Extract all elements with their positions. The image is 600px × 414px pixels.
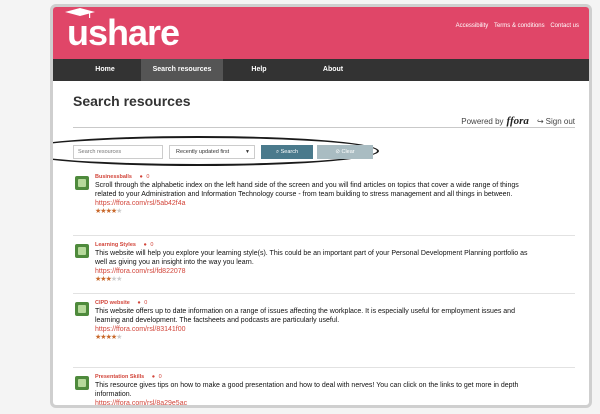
comment-icon: ● [143,242,147,248]
clear-button-label: Clear [341,149,355,155]
clear-button[interactable]: ⊘ Clear [317,145,373,159]
resource-icon [75,376,89,390]
resource-title[interactable]: Presentation Skills ● 0 [95,373,535,381]
resource-title[interactable]: CIPD website ● 0 [95,299,535,307]
resource-description: Scroll through the alphabetic index on t… [95,182,519,198]
powered-label: Powered by [461,116,504,126]
resource-body: Businessballs ● 0 Scroll through the alp… [95,173,535,216]
search-input[interactable] [73,145,163,159]
star-rating[interactable]: ★★★★★ [95,334,535,342]
resource-link[interactable]: https://ffora.com/rsl/5ab42f4a [95,199,535,208]
star-rating[interactable]: ★★★★★ [95,276,535,284]
top-links: Accessibility Terms & conditions Contact… [452,23,579,29]
contact-link[interactable]: Contact us [550,23,579,29]
sort-select[interactable]: Recently updated first ▼ [169,145,255,159]
accessibility-link[interactable]: Accessibility [456,23,489,29]
resource-title-text: Learning Styles [95,242,136,248]
divider [73,235,575,236]
resource-icon [75,302,89,316]
nav-home[interactable]: Home [75,59,135,81]
sort-selected-value: Recently updated first [176,149,230,155]
sign-out-link[interactable]: Sign out [546,117,575,126]
resource-title[interactable]: Learning Styles ● 0 [95,241,535,249]
resource-link[interactable]: https://ffora.com/rsl/83141f00 [95,325,535,334]
nav-search-resources[interactable]: Search resources [141,59,223,81]
comment-icon: ● [139,174,143,180]
comment-icon: ● [137,300,141,306]
comment-count: 0 [146,174,150,180]
comment-icon: ● [151,374,156,380]
resource-title-text: CIPD website [95,300,130,306]
resource-title[interactable]: Businessballs ● 0 [95,173,535,181]
star-empty-icon[interactable]: ★ [116,334,122,341]
comment-count: 0 [144,300,148,306]
comment-count: 0 [150,242,154,248]
resource-body: Learning Styles ● 0 This website will he… [95,241,535,284]
resource-title-text: Businessballs [95,174,132,180]
comment-count: 0 [158,374,162,380]
resource-icon [75,176,89,190]
resource-icon [75,244,89,258]
powered-by: Powered by ffora ↪ Sign out [461,115,575,127]
search-button[interactable]: ⌕ Search [261,145,313,159]
divider [73,293,575,294]
resource-body: CIPD website ● 0 This website offers up … [95,299,535,342]
main-nav: Home Search resources Help About [53,59,589,81]
site-header: ushare Accessibility Terms & conditions … [53,7,589,59]
resource-description: This website offers up to date informati… [95,308,515,324]
divider [73,367,575,368]
ffora-logo[interactable]: ffora [507,115,529,127]
star-rating[interactable]: ★★★★★ [95,208,535,216]
browser-frame: ushare Accessibility Terms & conditions … [50,4,592,408]
page-title: Search resources [73,93,191,109]
search-button-label: Search [280,149,299,155]
divider [73,127,575,128]
sign-out-icon: ↪ [536,116,544,126]
caret-down-icon: ▼ [245,149,250,155]
star-empty-icon[interactable]: ★ [116,208,122,215]
terms-link[interactable]: Terms & conditions [494,23,545,29]
resource-title-text: Presentation Skills [95,374,145,380]
clear-icon: ⊘ [335,149,340,155]
nav-about[interactable]: About [303,59,363,81]
nav-help[interactable]: Help [229,59,289,81]
resource-description: This resource gives tips on how to make … [95,382,519,398]
resource-body: Presentation Skills ● 0 This resource gi… [95,373,535,405]
resource-link[interactable]: https://ffora.com/rsl/8a29e5ac [95,399,535,405]
search-icon: ⌕ [275,149,280,155]
resource-description: This website will help you explore your … [95,250,528,266]
resource-link[interactable]: https://ffora.com/rsl/fd822078 [95,267,535,276]
site-logo[interactable]: ushare [67,13,180,53]
star-empty-icon[interactable]: ★ [116,276,122,283]
